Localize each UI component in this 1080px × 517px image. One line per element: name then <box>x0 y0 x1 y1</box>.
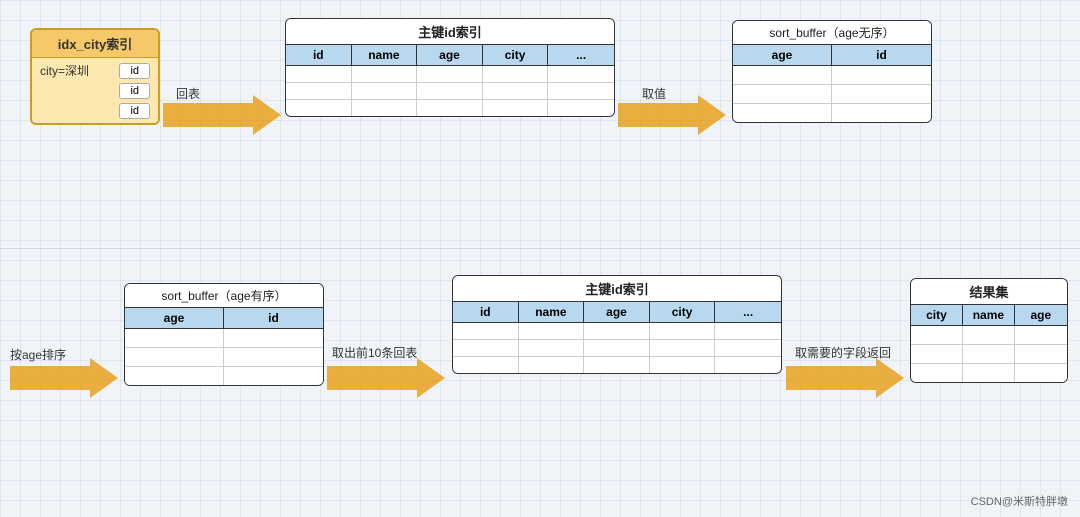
col-city: city <box>483 45 549 65</box>
list-item <box>911 326 1067 345</box>
col-more: ... <box>548 45 614 65</box>
col-city-b: city <box>650 302 716 322</box>
list-item <box>125 329 323 348</box>
main-index-top-header: id name age city ... <box>286 45 614 66</box>
list-item <box>125 348 323 367</box>
idx-city-title: idx_city索引 <box>32 30 158 58</box>
sb-top-id: id <box>832 45 931 65</box>
table-row <box>286 83 614 100</box>
sort-buffer-top-body <box>733 66 931 122</box>
diagram: idx_city索引 city=深圳 id id id 回表 主键id索引 id <box>0 0 1080 517</box>
table-row <box>453 357 781 373</box>
col-id: id <box>286 45 352 65</box>
idx-city-id-1: id <box>119 63 150 79</box>
idx-city-condition: city=深圳 <box>40 62 89 79</box>
result-col-city: city <box>911 305 963 325</box>
idx-city-id-2: id <box>119 83 150 99</box>
arrow-quchutiao <box>327 358 447 398</box>
col-age: age <box>417 45 483 65</box>
main-index-bottom-header: id name age city ... <box>453 302 781 323</box>
sort-buffer-top-header: age id <box>733 45 931 66</box>
table-row <box>453 323 781 340</box>
result-title: 结果集 <box>911 279 1067 305</box>
divider <box>0 248 1080 249</box>
idx-city-row-1: city=深圳 id <box>40 62 150 79</box>
sort-buffer-bottom-title: sort_buffer（age有序） <box>125 284 323 308</box>
list-item <box>911 364 1067 382</box>
watermark: CSDN@米斯特胖墩 <box>971 493 1068 509</box>
col-id-b: id <box>453 302 519 322</box>
idx-city-id-3: id <box>119 103 150 119</box>
main-index-top-title: 主键id索引 <box>286 19 614 45</box>
sort-buffer-top: sort_buffer（age无序） age id <box>732 20 932 123</box>
table-row <box>286 66 614 83</box>
sort-buffer-bottom: sort_buffer（age有序） age id <box>124 283 324 386</box>
main-index-bottom: 主键id索引 id name age city ... <box>452 275 782 374</box>
col-name: name <box>352 45 418 65</box>
col-name-b: name <box>519 302 585 322</box>
sort-buffer-top-title: sort_buffer（age无序） <box>733 21 931 45</box>
list-item <box>911 345 1067 364</box>
arrow-quzhi <box>618 95 728 135</box>
list-item <box>733 104 931 122</box>
result-header: city name age <box>911 305 1067 326</box>
result-col-name: name <box>963 305 1015 325</box>
sb-bot-age: age <box>125 308 224 328</box>
idx-city-box: idx_city索引 city=深圳 id id id <box>30 28 160 125</box>
list-item <box>733 85 931 104</box>
col-more-b: ... <box>715 302 781 322</box>
main-index-bottom-body <box>453 323 781 373</box>
arrow-qufields <box>786 358 906 398</box>
table-row <box>453 340 781 357</box>
idx-city-row-3: id <box>40 103 150 119</box>
col-age-b: age <box>584 302 650 322</box>
main-index-top-body <box>286 66 614 116</box>
list-item <box>733 66 931 85</box>
result-col-age: age <box>1015 305 1067 325</box>
arrow-anage <box>10 358 120 398</box>
sb-top-age: age <box>733 45 832 65</box>
table-row <box>286 100 614 116</box>
idx-city-body: city=深圳 id id id <box>32 58 158 123</box>
result-body <box>911 326 1067 382</box>
result-set: 结果集 city name age <box>910 278 1068 383</box>
list-item <box>125 367 323 385</box>
main-index-top: 主键id索引 id name age city ... <box>285 18 615 117</box>
main-index-bottom-title: 主键id索引 <box>453 276 781 302</box>
idx-city-row-2: id <box>40 83 150 99</box>
sort-buffer-bottom-body <box>125 329 323 385</box>
arrow-huitiao <box>163 95 283 135</box>
sb-bot-id: id <box>224 308 323 328</box>
sort-buffer-bottom-header: age id <box>125 308 323 329</box>
